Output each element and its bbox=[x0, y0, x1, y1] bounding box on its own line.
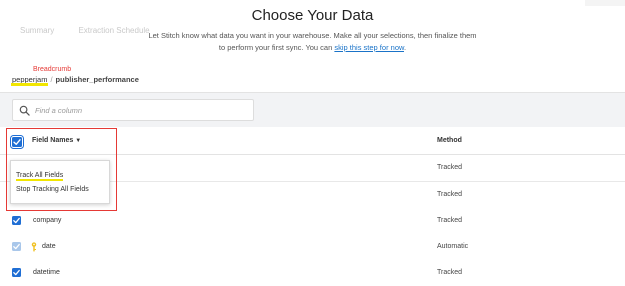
tab-summary: Summary bbox=[20, 26, 55, 35]
row-checkbox-disabled bbox=[12, 242, 21, 251]
filter-toolbar: Find a column bbox=[0, 92, 625, 127]
key-icon bbox=[31, 242, 37, 252]
subtitle-line-1: Let Stitch know what data you want in yo… bbox=[148, 31, 477, 40]
field-names-column-header[interactable]: Field Names ▼ bbox=[32, 137, 81, 144]
breadcrumb-separator: / bbox=[50, 75, 53, 84]
breadcrumb-current-table: publisher_performance bbox=[55, 75, 139, 84]
header-ghost-block bbox=[585, 0, 625, 6]
breadcrumb-link-integration[interactable]: pepperjam bbox=[12, 75, 47, 84]
field-method: Tracked bbox=[437, 164, 463, 171]
menu-item-track-all-fields[interactable]: Track All Fields bbox=[16, 172, 64, 181]
field-name: date bbox=[42, 243, 56, 250]
field-method: Automatic bbox=[437, 243, 469, 250]
caret-down-icon: ▼ bbox=[75, 138, 82, 144]
checkmark-icon bbox=[13, 217, 20, 224]
select-all-checkbox[interactable] bbox=[10, 135, 24, 149]
table-row: datetime Tracked bbox=[0, 260, 625, 286]
row-checkbox[interactable] bbox=[12, 268, 21, 277]
subtitle-period: . bbox=[404, 43, 407, 52]
page-header: Summary Extraction Schedule Choose Your … bbox=[0, 0, 625, 60]
field-name: datetime bbox=[33, 269, 60, 276]
field-name: company bbox=[33, 217, 62, 224]
search-icon bbox=[19, 105, 30, 116]
subtitle-line-2: to perform your first sync. You can bbox=[218, 43, 335, 52]
field-method: Tracked bbox=[437, 269, 463, 276]
checkmark-icon bbox=[13, 139, 21, 146]
breadcrumb: pepperjam / publisher_performance bbox=[12, 75, 139, 84]
search-placeholder: Find a column bbox=[35, 106, 83, 115]
field-method: Tracked bbox=[437, 191, 463, 198]
checkmark-icon bbox=[13, 269, 20, 276]
table-row: date Automatic bbox=[0, 234, 625, 261]
tab-extraction-schedule: Extraction Schedule bbox=[78, 26, 150, 35]
page-title: Choose Your Data bbox=[251, 7, 374, 24]
search-input[interactable]: Find a column bbox=[12, 99, 254, 121]
menu-item-stop-tracking-all-fields[interactable]: Stop Tracking All Fields bbox=[16, 186, 89, 193]
select-all-dropdown-menu: Track All Fields Stop Tracking All Field… bbox=[10, 160, 110, 204]
row-checkbox[interactable] bbox=[12, 216, 21, 225]
breadcrumb-annotation-label: Breadcrumb bbox=[33, 66, 72, 73]
table-row: company Tracked bbox=[0, 208, 625, 235]
method-column-header: Method bbox=[437, 137, 462, 144]
field-method: Tracked bbox=[437, 217, 463, 224]
field-names-label: Field Names bbox=[32, 137, 74, 144]
table-header: Field Names ▼ Method bbox=[0, 127, 625, 155]
checkmark-icon bbox=[13, 243, 20, 250]
page-subtitle: Let Stitch know what data you want in yo… bbox=[140, 30, 485, 54]
skip-step-link[interactable]: skip this step for now bbox=[334, 43, 404, 52]
